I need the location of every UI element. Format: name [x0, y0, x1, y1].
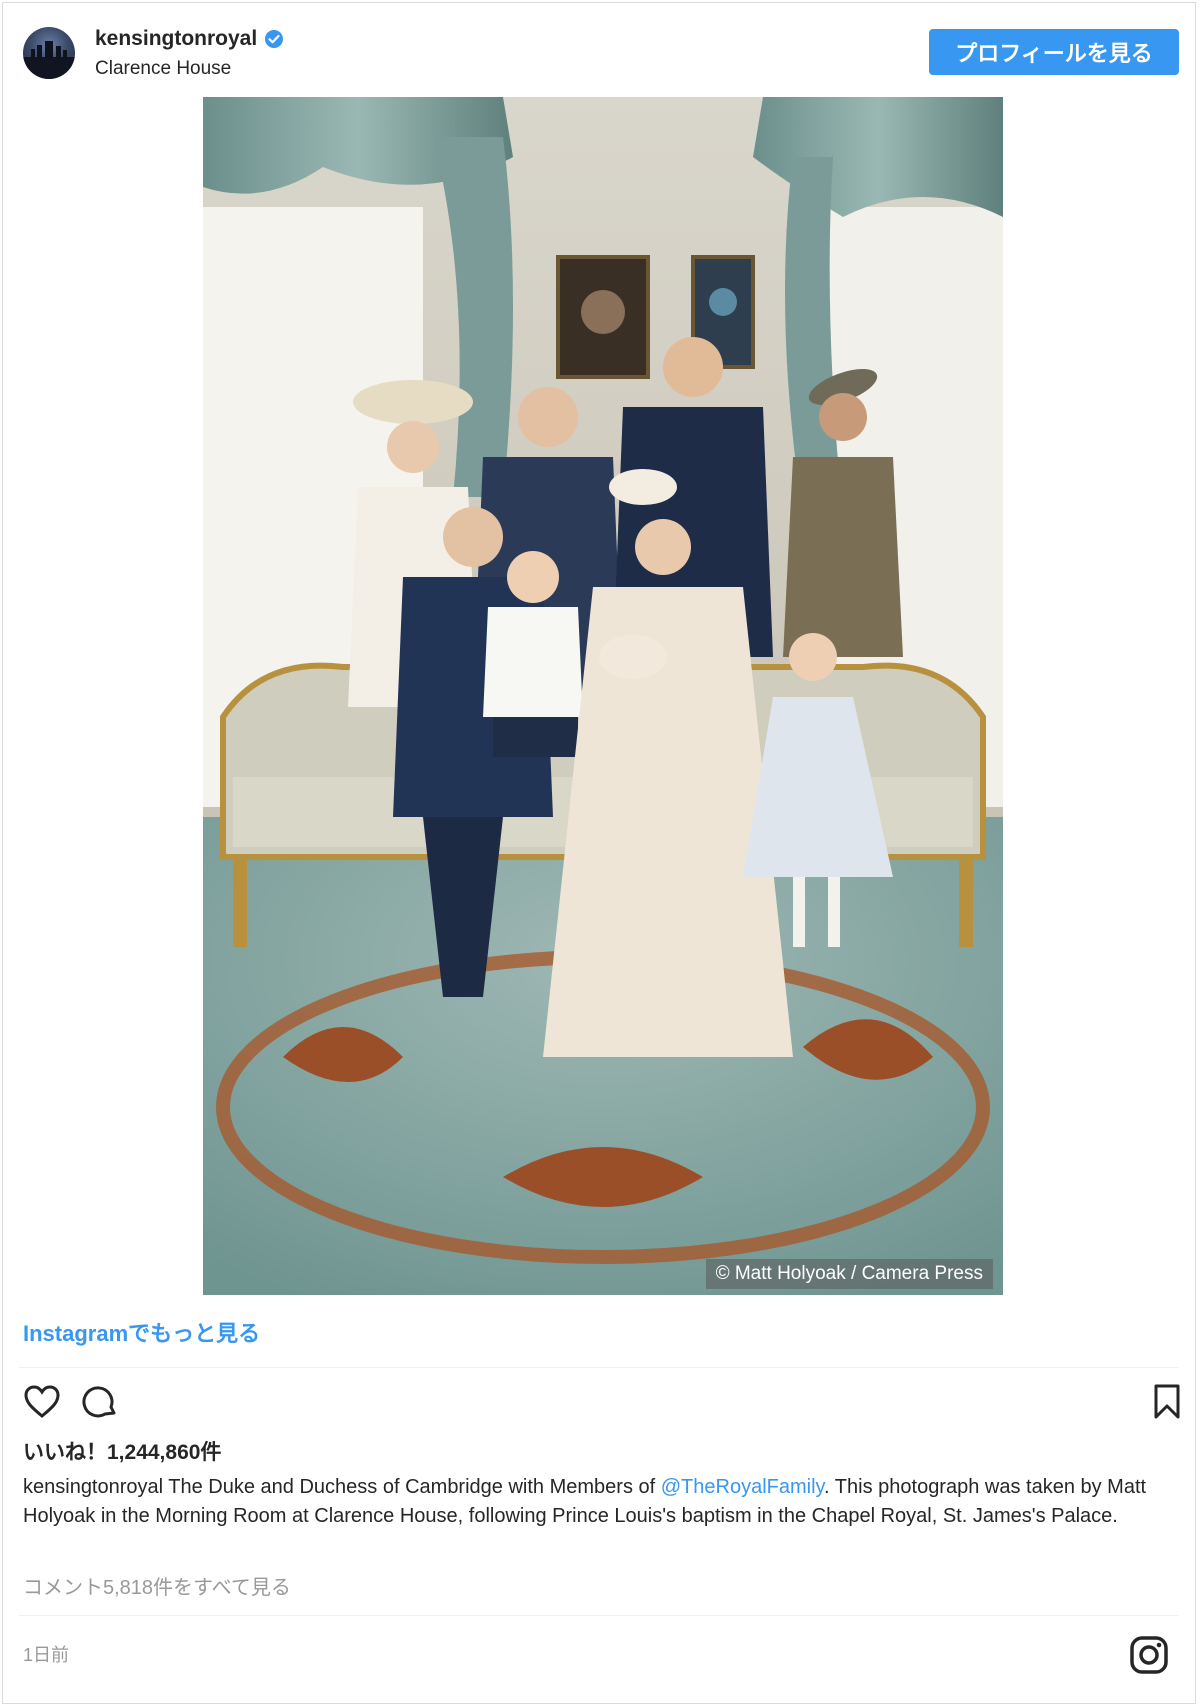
bookmark-icon[interactable]	[1148, 1383, 1186, 1421]
view-all-comments-link[interactable]: コメント5,818件をすべて見る	[23, 1571, 291, 1600]
action-bar	[3, 1383, 1195, 1423]
family-portrait-image	[203, 97, 1003, 1295]
instagram-embed: kensingtonroyal Clarence House プロフィールを見る	[2, 2, 1196, 1704]
username-text[interactable]: kensingtonroyal	[95, 27, 257, 51]
heart-icon[interactable]	[23, 1383, 61, 1421]
location-label[interactable]: Clarence House	[95, 58, 231, 80]
divider	[19, 1615, 1179, 1616]
like-count[interactable]: いいね！1,244,860件	[23, 1436, 221, 1466]
divider	[19, 1367, 1179, 1368]
caption-mention-link[interactable]: @TheRoyalFamily	[661, 1476, 824, 1498]
profile-avatar[interactable]	[23, 27, 75, 79]
post-photo[interactable]: © Matt Holyoak / Camera Press	[203, 97, 1003, 1295]
post-timestamp: 1日前	[23, 1645, 70, 1665]
comment-bubble-icon[interactable]	[81, 1383, 119, 1421]
view-profile-button[interactable]: プロフィールを見る	[929, 29, 1179, 75]
caption-text: The Duke and Duchess of Cambridge with M…	[163, 1476, 661, 1498]
instagram-logo-icon[interactable]	[1129, 1635, 1169, 1675]
username[interactable]: kensingtonroyal	[95, 27, 284, 51]
caption-username[interactable]: kensingtonroyal	[23, 1476, 163, 1498]
post-caption: kensingtonroyal The Duke and Duchess of …	[23, 1473, 1183, 1531]
photo-credit: © Matt Holyoak / Camera Press	[705, 1259, 993, 1289]
verified-badge-icon	[265, 30, 284, 48]
view-more-on-instagram-link[interactable]: Instagramでもっと見る	[23, 1316, 260, 1348]
post-header: kensingtonroyal Clarence House プロフィールを見る	[3, 3, 1195, 99]
